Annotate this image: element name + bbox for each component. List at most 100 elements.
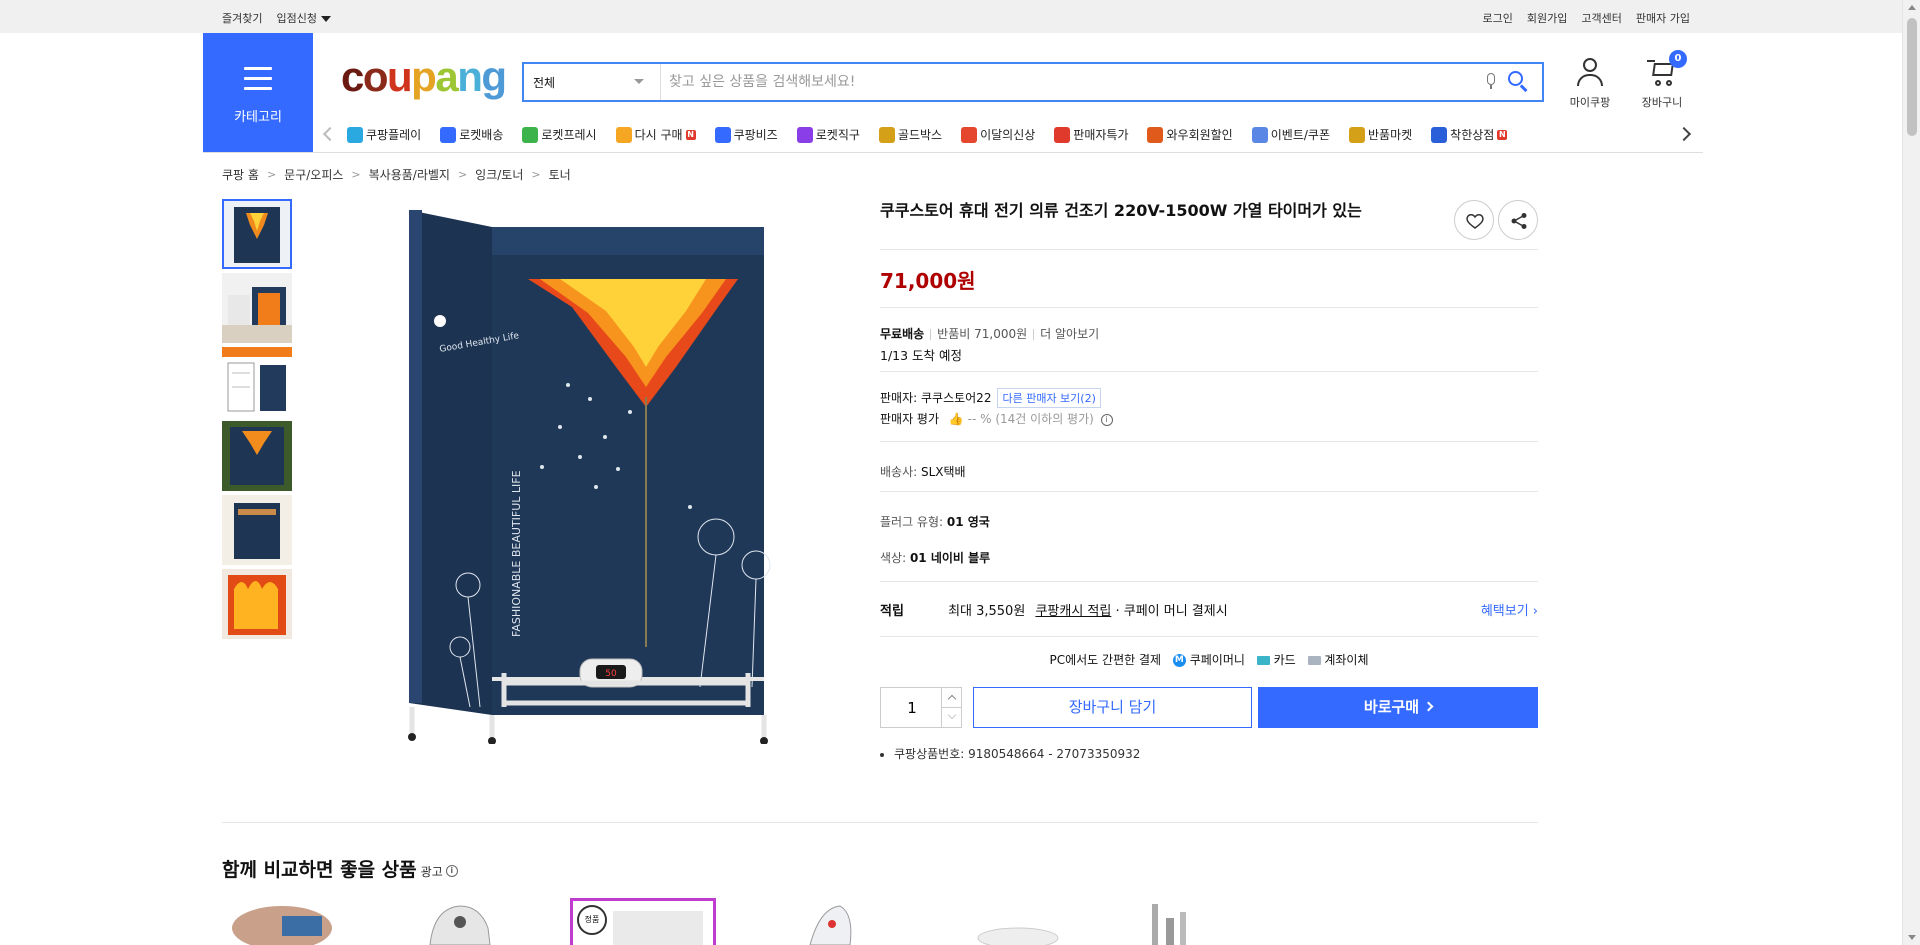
scroll-down-arrow-icon[interactable] xyxy=(1908,935,1916,940)
quantity-input[interactable] xyxy=(881,688,943,727)
nav-item-label: 로켓직구 xyxy=(815,128,860,142)
recommend-title: 함께 비교하면 좋을 상품 광고 i xyxy=(222,855,458,882)
page-scrollbar[interactable] xyxy=(1902,0,1920,945)
nav-item[interactable]: 로켓배송 xyxy=(440,126,503,143)
search-scope-select[interactable]: 전체 xyxy=(524,64,661,100)
product-title: 쿠쿠스토어 휴대 전기 의류 건조기 220V-1500W 가열 타이머가 있는 xyxy=(880,201,1362,220)
signup-link[interactable]: 회원가입 xyxy=(1527,10,1567,26)
recommend-product-image[interactable] xyxy=(410,898,510,945)
other-sellers-button[interactable]: 다른 판매자 보기(2) xyxy=(997,388,1101,408)
coupang-cash-link[interactable]: 쿠팡캐시 적립 xyxy=(1035,604,1111,619)
recommend-product-image[interactable] xyxy=(780,898,880,945)
nav-item-label: 쿠팡비즈 xyxy=(733,128,778,142)
buy-now-button[interactable]: 바로구매 xyxy=(1258,687,1538,728)
share-button[interactable] xyxy=(1498,200,1538,240)
seller-apply-link[interactable]: 입점신청 xyxy=(276,10,331,26)
coupang-logo[interactable]: coupang xyxy=(341,56,507,98)
divider xyxy=(880,441,1538,442)
product-thumbnail[interactable] xyxy=(222,273,292,343)
recommend-product-image[interactable]: 정품 xyxy=(570,898,716,945)
chevron-right-icon xyxy=(1423,701,1434,712)
mypage-button[interactable]: 마이쿠팡 xyxy=(1560,58,1620,110)
nav-item-label: 다시 구매 xyxy=(634,128,683,142)
customer-center-link[interactable]: 고객센터 xyxy=(1581,10,1621,26)
good-store-icon xyxy=(1431,126,1448,143)
category-menu-button[interactable]: 카테고리 xyxy=(203,33,313,152)
new-badge-icon: N xyxy=(685,129,696,140)
rocket-icon xyxy=(440,126,457,143)
recommend-product-image[interactable] xyxy=(1140,898,1200,945)
divider xyxy=(880,371,1538,372)
product-main-image[interactable]: Good Healthy Life FASHIONABLE BEAUTIFUL … xyxy=(400,207,790,744)
product-thumbnail[interactable] xyxy=(222,495,292,565)
easy-pay-row: PC에서도 간편한 결제 M 쿠페이머니 카드 계좌이체 xyxy=(1049,653,1369,667)
nav-item[interactable]: 쿠팡플레이 xyxy=(347,126,421,143)
nav-item-label: 와우회원할인 xyxy=(1166,128,1233,142)
scrollbar-thumb[interactable] xyxy=(1907,18,1917,136)
nav-item[interactable]: 다시 구매 N xyxy=(615,126,696,143)
product-thumbnail[interactable] xyxy=(222,569,292,639)
nav-item[interactable]: 이벤트/쿠폰 xyxy=(1251,126,1330,143)
bank-icon xyxy=(1307,656,1321,665)
product-thumbnail[interactable] xyxy=(222,421,292,491)
breadcrumb-item[interactable]: 복사용품/라벨지 xyxy=(369,166,450,183)
product-thumbnail[interactable] xyxy=(222,199,292,269)
plug-option[interactable]: 플러그 유형: 01 영국 xyxy=(880,513,990,530)
nav-item[interactable]: 와우회원할인 xyxy=(1147,126,1233,143)
top-utility-bar: 즐겨찾기 입점신청 로그인 회원가입 고객센터 판매자 가입 xyxy=(0,0,1902,33)
coupon-icon xyxy=(1251,126,1268,143)
free-shipping-label: 무료배송 xyxy=(880,327,925,341)
nav-prev-arrow-icon[interactable] xyxy=(322,126,338,142)
nav-item-label: 이벤트/쿠폰 xyxy=(1270,128,1330,142)
divider xyxy=(880,307,1538,308)
seller-signup-link[interactable]: 판매자 가입 xyxy=(1636,10,1690,26)
shipping-row: 무료배송 반품비 71,000원 더 알아보기 xyxy=(880,325,1099,342)
nav-item[interactable]: 판매자특가 xyxy=(1054,126,1128,143)
search-input[interactable] xyxy=(669,70,1469,94)
login-link[interactable]: 로그인 xyxy=(1483,10,1513,26)
new-icon xyxy=(961,126,978,143)
wow-icon xyxy=(1147,126,1164,143)
arrival-date: 1/13 도착 예정 xyxy=(880,348,963,363)
search-icon[interactable] xyxy=(1508,71,1530,93)
reward-label: 적립 xyxy=(880,604,904,619)
recommend-product-image[interactable] xyxy=(968,898,1068,945)
nav-item[interactable]: 골드박스 xyxy=(878,126,942,143)
benefits-link[interactable]: 혜택보기 › xyxy=(1481,600,1538,619)
nav-item[interactable]: 착한상점 N xyxy=(1431,126,1508,143)
scroll-up-arrow-icon[interactable] xyxy=(1908,5,1916,10)
chevron-up-icon xyxy=(947,694,957,704)
chevron-right-icon: > xyxy=(531,168,541,181)
nav-item[interactable]: 이달의신상 xyxy=(961,126,1035,143)
recommend-product-image[interactable] xyxy=(222,898,366,945)
bookmark-link[interactable]: 즐겨찾기 xyxy=(222,10,262,26)
nav-item[interactable]: 로켓프레시 xyxy=(522,126,597,143)
pay-option-transfer: 계좌이체 xyxy=(1324,653,1369,667)
goldbox-icon xyxy=(878,126,895,143)
wishlist-button[interactable] xyxy=(1454,200,1494,240)
divider xyxy=(880,249,1538,250)
nav-item[interactable]: 쿠팡비즈 xyxy=(714,126,778,143)
nav-item[interactable]: 반품마켓 xyxy=(1348,126,1412,143)
breadcrumb-item[interactable]: 잉크/토너 xyxy=(475,166,523,183)
nav-item-label: 이달의신상 xyxy=(980,128,1036,142)
info-icon[interactable]: i xyxy=(445,864,458,877)
breadcrumb-home[interactable]: 쿠팡 홈 xyxy=(222,166,259,183)
info-icon[interactable]: i xyxy=(1100,413,1113,426)
caret-down-icon xyxy=(320,16,331,22)
category-label: 카테고리 xyxy=(234,110,282,125)
more-info-link[interactable]: 더 알아보기 xyxy=(1040,327,1099,341)
product-thumbnail[interactable] xyxy=(222,347,292,417)
breadcrumb-item[interactable]: 문구/오피스 xyxy=(284,166,343,183)
seller-name[interactable]: 쿠쿠스토어22 xyxy=(921,391,991,405)
nav-item[interactable]: 로켓직구 xyxy=(796,126,860,143)
user-icon xyxy=(1575,58,1605,88)
quantity-increase-button[interactable] xyxy=(941,688,961,708)
nav-next-arrow-icon[interactable] xyxy=(1676,126,1692,142)
breadcrumb-item[interactable]: 토너 xyxy=(549,166,571,183)
microphone-icon[interactable] xyxy=(1486,73,1496,91)
add-to-cart-button[interactable]: 장바구니 담기 xyxy=(973,687,1252,728)
color-option[interactable]: 색상: 01 네이비 블루 xyxy=(880,549,990,566)
quantity-decrease-button[interactable] xyxy=(941,708,961,728)
breadcrumb: 쿠팡 홈 > 문구/오피스 > 복사용품/라벨지 > 잉크/토너 > 토너 xyxy=(222,166,571,183)
